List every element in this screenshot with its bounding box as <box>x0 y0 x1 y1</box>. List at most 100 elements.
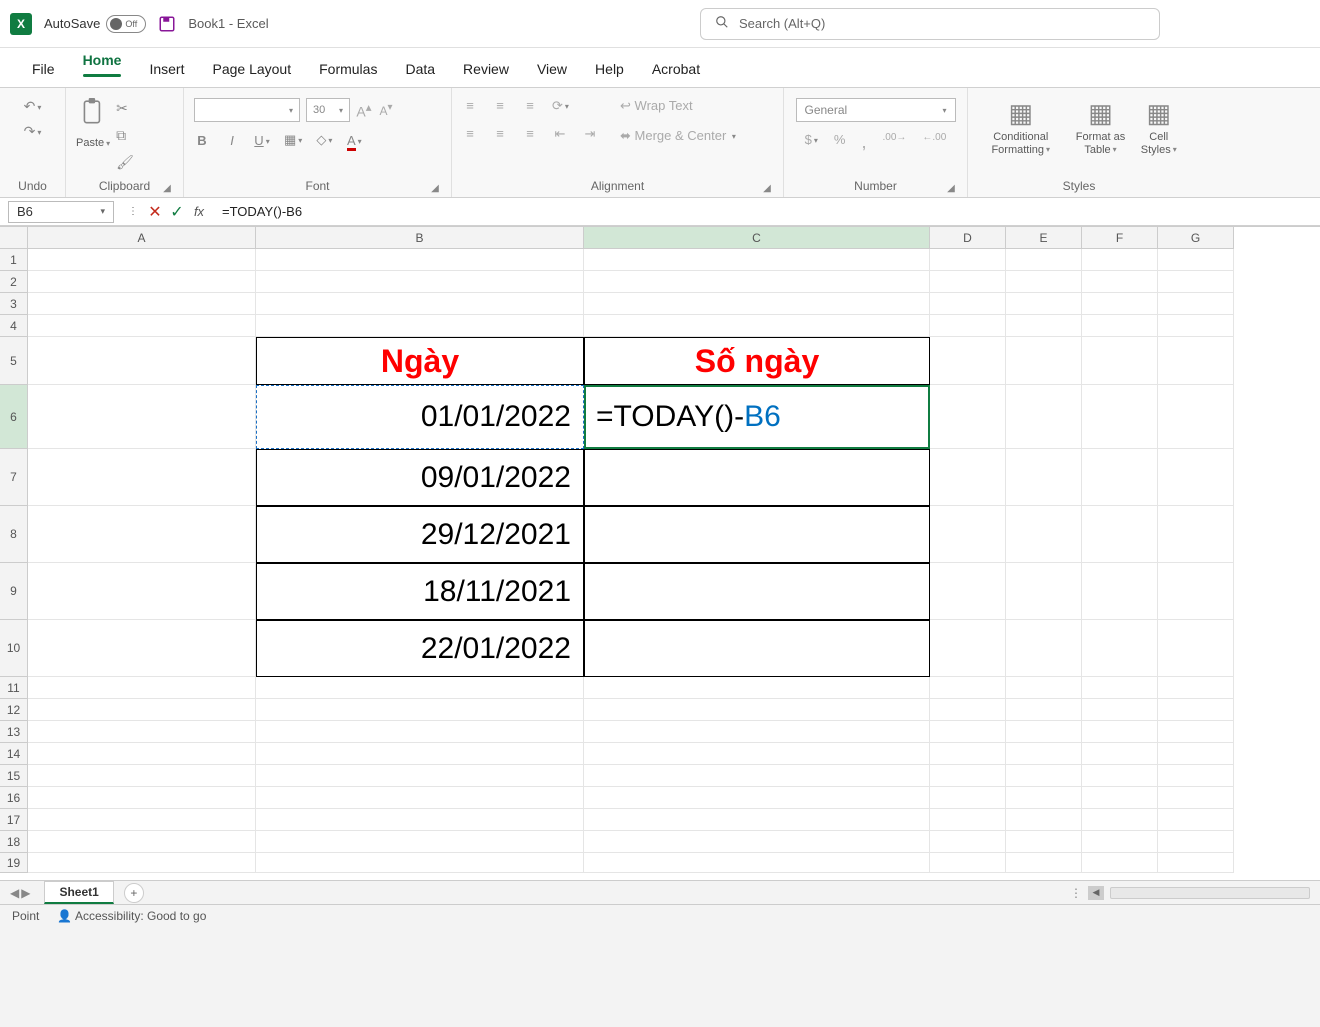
cell-G15[interactable] <box>1158 765 1234 787</box>
cell-G7[interactable] <box>1158 449 1234 506</box>
cell-B3[interactable] <box>256 293 584 315</box>
cell-F11[interactable] <box>1082 677 1158 699</box>
cell-A19[interactable] <box>28 853 256 873</box>
cell-E13[interactable] <box>1006 721 1082 743</box>
cell-E6[interactable] <box>1006 385 1082 449</box>
cell-B5[interactable]: Ngày <box>256 337 584 385</box>
cell-A18[interactable] <box>28 831 256 853</box>
cell-C15[interactable] <box>584 765 930 787</box>
cell-D12[interactable] <box>930 699 1006 721</box>
cell-A5[interactable] <box>28 337 256 385</box>
tab-view[interactable]: View <box>523 61 581 87</box>
tab-home[interactable]: Home <box>69 52 136 87</box>
row-header-6[interactable]: 6 <box>0 385 28 449</box>
cell-E15[interactable] <box>1006 765 1082 787</box>
alignment-launcher-icon[interactable]: ◢ <box>761 183 773 195</box>
cell-G8[interactable] <box>1158 506 1234 563</box>
cell-G2[interactable] <box>1158 271 1234 293</box>
cell-D18[interactable] <box>930 831 1006 853</box>
cell-B15[interactable] <box>256 765 584 787</box>
cell-B14[interactable] <box>256 743 584 765</box>
row-header-7[interactable]: 7 <box>0 449 28 506</box>
cell-A9[interactable] <box>28 563 256 620</box>
cell-B16[interactable] <box>256 787 584 809</box>
cell-E9[interactable] <box>1006 563 1082 620</box>
cell-F1[interactable] <box>1082 249 1158 271</box>
align-right-icon[interactable]: ≡ <box>522 126 538 142</box>
cell-F3[interactable] <box>1082 293 1158 315</box>
cell-D1[interactable] <box>930 249 1006 271</box>
cell-D6[interactable] <box>930 385 1006 449</box>
cell-F8[interactable] <box>1082 506 1158 563</box>
cell-B8[interactable]: 29/12/2021 <box>256 506 584 563</box>
cell-F14[interactable] <box>1082 743 1158 765</box>
cell-A4[interactable] <box>28 315 256 337</box>
cell-C6[interactable]: =TODAY()-B6 <box>584 385 930 449</box>
cell-F4[interactable] <box>1082 315 1158 337</box>
cell-A17[interactable] <box>28 809 256 831</box>
underline-icon[interactable]: U▾ <box>254 133 270 148</box>
cell-A7[interactable] <box>28 449 256 506</box>
cell-F15[interactable] <box>1082 765 1158 787</box>
cell-G16[interactable] <box>1158 787 1234 809</box>
row-header-10[interactable]: 10 <box>0 620 28 677</box>
cell-D14[interactable] <box>930 743 1006 765</box>
font-color-icon[interactable]: A▾ <box>346 133 362 148</box>
tab-file[interactable]: File <box>18 61 69 87</box>
search-box[interactable]: Search (Alt+Q) <box>700 8 1160 40</box>
row-header-19[interactable]: 19 <box>0 853 28 873</box>
cell-D10[interactable] <box>930 620 1006 677</box>
cell-D5[interactable] <box>930 337 1006 385</box>
align-middle-icon[interactable]: ≡ <box>492 98 508 114</box>
redo-icon[interactable]: ↷▾ <box>24 123 42 140</box>
cell-B13[interactable] <box>256 721 584 743</box>
cell-B17[interactable] <box>256 809 584 831</box>
cell-E1[interactable] <box>1006 249 1082 271</box>
cell-G6[interactable] <box>1158 385 1234 449</box>
cell-G12[interactable] <box>1158 699 1234 721</box>
copy-icon[interactable]: ⧉ <box>116 127 134 144</box>
cell-F6[interactable] <box>1082 385 1158 449</box>
toggle-switch[interactable]: Off <box>106 15 146 33</box>
cell-F18[interactable] <box>1082 831 1158 853</box>
cell-B11[interactable] <box>256 677 584 699</box>
cell-F17[interactable] <box>1082 809 1158 831</box>
decrease-font-icon[interactable]: A▾ <box>378 102 394 118</box>
format-as-table-button[interactable]: ▦ Format as Table▾ <box>1069 98 1131 156</box>
bold-icon[interactable]: B <box>194 133 210 148</box>
increase-indent-icon[interactable]: ⇥ <box>582 126 598 142</box>
formula-dropdown-icon[interactable]: ⋮ <box>122 206 144 217</box>
cell-E10[interactable] <box>1006 620 1082 677</box>
align-left-icon[interactable]: ≡ <box>462 126 478 142</box>
col-header-F[interactable]: F <box>1082 227 1158 249</box>
cell-F12[interactable] <box>1082 699 1158 721</box>
row-header-13[interactable]: 13 <box>0 721 28 743</box>
row-header-17[interactable]: 17 <box>0 809 28 831</box>
tab-formulas[interactable]: Formulas <box>305 61 391 87</box>
merge-center-button[interactable]: ⬌ Merge & Center ▾ <box>620 128 736 144</box>
cell-B10[interactable]: 22/01/2022 <box>256 620 584 677</box>
row-header-8[interactable]: 8 <box>0 506 28 563</box>
col-header-B[interactable]: B <box>256 227 584 249</box>
percent-icon[interactable]: % <box>834 132 846 153</box>
sheet-nav-prev-icon[interactable]: ◀ <box>10 886 19 900</box>
row-header-14[interactable]: 14 <box>0 743 28 765</box>
cell-A14[interactable] <box>28 743 256 765</box>
cell-F19[interactable] <box>1082 853 1158 873</box>
cell-G18[interactable] <box>1158 831 1234 853</box>
row-header-4[interactable]: 4 <box>0 315 28 337</box>
cell-E18[interactable] <box>1006 831 1082 853</box>
format-painter-icon[interactable]: 🖌 <box>116 154 134 171</box>
cell-F5[interactable] <box>1082 337 1158 385</box>
italic-icon[interactable]: I <box>224 133 240 148</box>
cut-icon[interactable]: ✂ <box>116 100 134 117</box>
cell-E2[interactable] <box>1006 271 1082 293</box>
cell-A16[interactable] <box>28 787 256 809</box>
cell-D11[interactable] <box>930 677 1006 699</box>
number-format-select[interactable]: General▾ <box>796 98 956 122</box>
cancel-icon[interactable]: ✕ <box>144 202 166 222</box>
cell-G14[interactable] <box>1158 743 1234 765</box>
cell-E19[interactable] <box>1006 853 1082 873</box>
cell-G9[interactable] <box>1158 563 1234 620</box>
col-header-E[interactable]: E <box>1006 227 1082 249</box>
